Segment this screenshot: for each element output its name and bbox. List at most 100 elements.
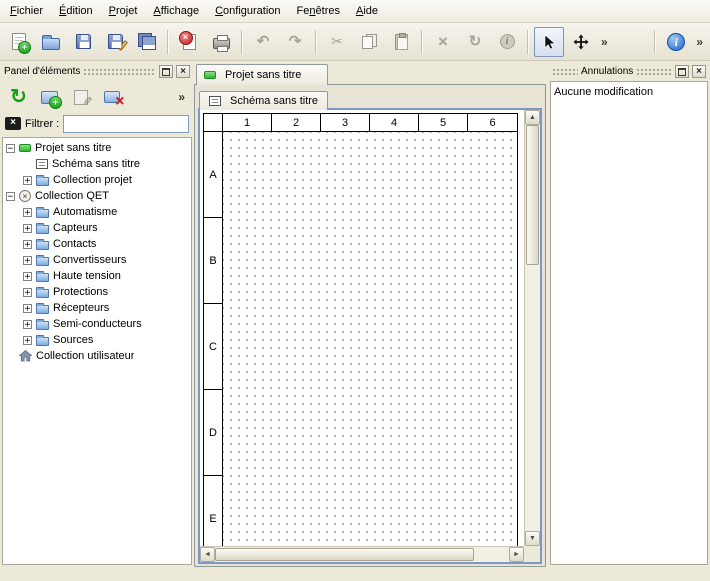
tree-item-collection-utilisateur[interactable]: Collection utilisateur [3,348,191,364]
expand-expander-icon[interactable] [23,320,32,329]
new-document-button[interactable] [4,27,34,57]
toolbar-overflow-chevron-right[interactable]: » [692,35,707,49]
expand-expander-icon[interactable] [23,176,32,185]
scroll-down-button[interactable] [525,531,540,546]
expand-expander-icon[interactable] [23,336,32,345]
undo-button[interactable] [248,27,278,57]
menu-fichier[interactable]: Fichier [2,1,51,21]
cut-button[interactable] [322,27,352,57]
diagram-icon [36,159,48,169]
undo-empty-state[interactable]: Aucune modification [554,84,704,99]
filter-input[interactable] [63,115,189,133]
tree-item-convertisseurs[interactable]: Convertisseurs [3,252,191,268]
toolbar-separator [167,30,169,54]
tree-item-recepteurs[interactable]: Récepteurs [3,300,191,316]
clear-filter-icon[interactable] [5,117,21,130]
dotted-grid[interactable] [223,132,517,546]
expand-expander-icon[interactable] [23,224,32,233]
select-tool-button[interactable] [534,27,564,57]
menu-aide[interactable]: Aide [348,1,386,21]
expand-expander-icon[interactable] [23,304,32,313]
dock-close-button[interactable] [692,65,706,78]
row-header: A [204,132,223,218]
horizontal-scroll-thumb[interactable] [215,548,474,561]
project-tab[interactable]: Projet sans titre [196,64,328,85]
paste-button[interactable] [386,27,416,57]
toolbar-overflow-chevron[interactable]: » [597,35,612,49]
rotate-button[interactable] [460,27,490,57]
tree-item-capteurs[interactable]: Capteurs [3,220,191,236]
undo-dock-title: Annulations [581,66,633,77]
menu-fenetres[interactable]: Fenêtres [289,1,348,21]
expand-expander-icon[interactable] [23,240,32,249]
close-document-button[interactable] [174,27,204,57]
menu-affichage[interactable]: Affichage [145,1,207,21]
save-as-button[interactable] [100,27,130,57]
schema-tab[interactable]: Schéma sans titre [199,91,328,110]
elements-tree[interactable]: Projet sans titre Schéma sans titre Coll… [2,137,192,565]
scissors-icon [331,34,343,49]
dock-float-button[interactable] [159,65,173,78]
menu-bar: Fichier Édition Projet Affichage Configu… [0,0,710,23]
save-all-button[interactable] [132,27,162,57]
vertical-scroll-track[interactable] [525,125,540,531]
tree-item-protections[interactable]: Protections [3,284,191,300]
floppy-icon [76,34,91,49]
expand-expander-icon[interactable] [23,272,32,281]
printer-icon [213,38,230,49]
about-qet-button[interactable]: i [661,27,691,57]
folder-icon [36,177,49,186]
schema-sheet[interactable]: 1 2 3 4 5 6 A B C D E [203,113,518,546]
undo-history-list[interactable]: Aucune modification [550,81,708,565]
dock-grip [552,68,578,75]
horizontal-scrollbar[interactable] [200,546,524,562]
tree-item-contacts[interactable]: Contacts [3,236,191,252]
delete-element-button[interactable] [98,84,125,111]
schema-view-frame: 1 2 3 4 5 6 A B C D E [198,108,542,564]
save-button[interactable] [68,27,98,57]
object-info-button[interactable]: i [492,27,522,57]
collapse-expander-icon[interactable] [6,144,15,153]
tree-item-schema[interactable]: Schéma sans titre [3,156,191,172]
scroll-left-button[interactable] [200,547,215,562]
panel-overflow-chevron[interactable]: » [174,90,189,104]
edit-element-button[interactable] [67,84,94,111]
schema-canvas[interactable]: 1 2 3 4 5 6 A B C D E [200,110,524,546]
menu-configuration[interactable]: Configuration [207,1,288,21]
scroll-up-button[interactable] [525,110,540,125]
menu-projet[interactable]: Projet [101,1,146,21]
horizontal-scroll-track[interactable] [215,547,509,562]
tree-item-sources[interactable]: Sources [3,332,191,348]
tree-item-collection-projet[interactable]: Collection projet [3,172,191,188]
dock-float-button[interactable] [675,65,689,78]
menu-edition[interactable]: Édition [51,1,101,21]
collapse-expander-icon[interactable] [6,192,15,201]
expand-expander-icon[interactable] [23,208,32,217]
undo-dock-titlebar[interactable]: Annulations [550,64,708,79]
expand-expander-icon[interactable] [23,256,32,265]
column-headers: 1 2 3 4 5 6 [223,114,517,132]
delete-button[interactable] [428,27,458,57]
reload-collections-button[interactable] [5,84,32,111]
copy-button[interactable] [354,27,384,57]
tree-item-semi-conducteurs[interactable]: Semi-conducteurs [3,316,191,332]
tree-item-collection-qet[interactable]: Collection QET [3,188,191,204]
new-document-icon [12,33,26,50]
redo-button[interactable] [280,27,310,57]
print-button[interactable] [206,27,236,57]
filter-row: Filtrer : [2,113,192,137]
elements-panel-toolbar: » [2,81,192,113]
expand-expander-icon[interactable] [23,288,32,297]
delete-element-icon [104,91,120,103]
scroll-right-button[interactable] [509,547,524,562]
tree-item-project[interactable]: Projet sans titre [3,140,191,156]
pan-tool-button[interactable] [566,27,596,57]
open-document-button[interactable] [36,27,66,57]
vertical-scrollbar[interactable] [524,110,540,546]
tree-item-haute-tension[interactable]: Haute tension [3,268,191,284]
tree-item-automatisme[interactable]: Automatisme [3,204,191,220]
vertical-scroll-thumb[interactable] [526,125,539,265]
new-element-button[interactable] [36,84,63,111]
elements-panel-titlebar[interactable]: Panel d'éléments [2,64,192,79]
dock-close-button[interactable] [176,65,190,78]
